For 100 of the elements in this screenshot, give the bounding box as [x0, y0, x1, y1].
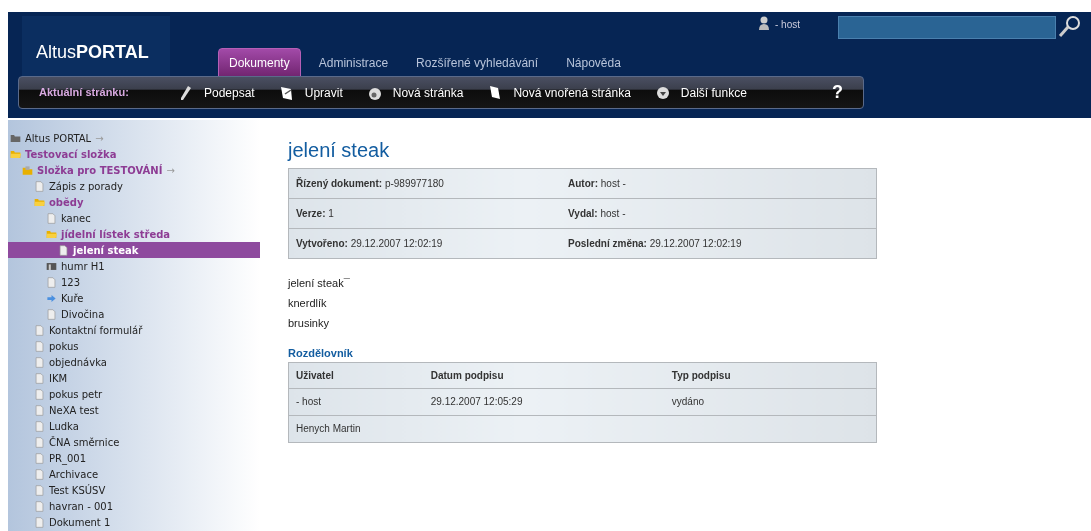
tree-label: NeXA test	[49, 403, 99, 418]
tree-label: objednávka	[49, 355, 107, 370]
document-icon	[46, 212, 57, 224]
tree-label: PR_001	[49, 451, 87, 466]
info-cell: Verze: 1	[288, 198, 562, 229]
info-cell: Autor: host -	[561, 168, 877, 199]
body-text: brusinky	[288, 316, 330, 331]
tree-item[interactable]: pokus petr	[8, 386, 260, 402]
tree-item[interactable]: Testovací složka	[8, 146, 260, 162]
document-icon	[34, 420, 45, 432]
tree-label: Altus PORTAL	[25, 131, 92, 146]
tree-item[interactable]: IKM	[8, 370, 260, 386]
arrow-glyph: →	[95, 131, 104, 146]
tree-item[interactable]: humr H1	[8, 258, 260, 274]
document-icon	[34, 404, 45, 416]
tree-item[interactable]: Test KSÚSV	[8, 482, 260, 498]
tree-label: IKM	[49, 371, 68, 386]
table-cell: 29.12.2007 12:05:29	[423, 388, 665, 415]
column-header: Uživatel	[288, 362, 424, 388]
tree-item[interactable]: Dokument 1	[8, 514, 260, 530]
user-name: - host	[775, 17, 800, 32]
column-header: Typ podpisu	[664, 362, 877, 388]
info-cell: Poslední změna: 29.12.2007 12:02:19	[561, 228, 877, 259]
info-cell: Vydal: host -	[561, 198, 877, 229]
document-icon	[34, 388, 45, 400]
tree-label: jelení steak	[73, 243, 139, 258]
document-icon	[58, 244, 69, 256]
nav-tab[interactable]: Rozšířené vyhledávání	[406, 48, 549, 78]
tree-item[interactable]: Altus PORTAL →	[8, 130, 260, 146]
nav-tab[interactable]: Administrace	[308, 48, 399, 78]
tree-label: Kontaktní formulář	[49, 323, 143, 338]
document-icon	[34, 340, 45, 352]
tree-label: humr H1	[61, 259, 105, 274]
dropdown-icon	[654, 84, 671, 101]
table-cell: - host	[288, 388, 424, 415]
document-icon	[34, 180, 45, 192]
toolbar-button[interactable]: Další funkce	[640, 83, 757, 102]
column-header: Datum podpisu	[423, 362, 665, 388]
table-cell: vydáno	[664, 388, 877, 415]
pen-icon	[178, 84, 194, 101]
tree-label: Test KSÚSV	[49, 483, 106, 498]
tree-item[interactable]: Archivace	[8, 466, 260, 482]
info-cell: Vytvořeno: 29.12.2007 12:02:19	[288, 228, 562, 259]
tree-label: obědy	[49, 195, 84, 210]
tree-label: Ludka	[49, 419, 79, 434]
search-field[interactable]	[838, 16, 1056, 39]
document-icon	[34, 372, 45, 384]
tree-label: ČNA směrnice	[49, 435, 120, 450]
folder-icon	[34, 196, 45, 208]
search-icon[interactable]	[1058, 15, 1082, 39]
tree-item[interactable]: jelení steak	[8, 242, 260, 258]
tree-label: havran - 001	[49, 499, 113, 514]
document-icon	[34, 324, 45, 336]
nav-tab[interactable]: Nápověda	[556, 48, 631, 78]
tree-item[interactable]: 123	[8, 274, 260, 290]
document-icon	[46, 308, 57, 320]
tree-label: Dokument 1	[49, 515, 111, 530]
body-text: jelení steak¯	[288, 276, 351, 291]
info-cell: Řízený dokument: p-989977180	[288, 168, 562, 199]
folder-icon	[46, 228, 57, 240]
tree-item[interactable]: objednávka	[8, 354, 260, 370]
body-text: knerdlík	[288, 296, 328, 311]
document-icon	[34, 484, 45, 496]
toolbar-button[interactable]: Upravit	[264, 83, 353, 102]
tree-item[interactable]: Divočina	[8, 306, 260, 322]
tree-item[interactable]: obědy	[8, 194, 260, 210]
binder-icon	[46, 260, 57, 272]
toolbar-button[interactable]: Nová stránka	[352, 83, 474, 102]
folder-icon	[22, 164, 33, 176]
tree-item[interactable]: Složka pro TESTOVÁNÍ →	[8, 162, 260, 178]
tree-label: 123	[61, 275, 81, 290]
document-icon	[46, 276, 57, 288]
table-cell: Henych Martin	[288, 415, 424, 442]
tree-item[interactable]: ČNA směrnice	[8, 434, 260, 450]
nav-tab[interactable]: Dokumenty	[218, 48, 301, 78]
document-icon	[34, 468, 45, 480]
tree-item[interactable]: Zápis z porady	[8, 178, 260, 194]
tree-label: Archivace	[49, 467, 99, 482]
tree-item[interactable]: NeXA test	[8, 402, 260, 418]
tree-item[interactable]: Ludka	[8, 418, 260, 434]
tree-label: Složka pro TESTOVÁNÍ	[37, 163, 163, 178]
document-icon	[34, 516, 45, 528]
tree-item[interactable]: pokus	[8, 338, 260, 354]
tree-item[interactable]: Kuře	[8, 290, 260, 306]
help-button[interactable]: ?	[826, 78, 849, 107]
tree-label: jídelní lístek středa	[61, 227, 171, 242]
document-icon	[34, 452, 45, 464]
tree-label: Divočina	[61, 307, 105, 322]
tree-item[interactable]: kanec	[8, 210, 260, 226]
document-title: jelení steak	[288, 138, 391, 162]
tree-item[interactable]: Kontaktní formulář	[8, 322, 260, 338]
tree-item[interactable]: jídelní lístek středa	[8, 226, 260, 242]
toolbar-button[interactable]: Nová vnořená stránka	[473, 83, 641, 102]
toolbar-label: Aktuální stránku:	[39, 85, 130, 101]
toolbar-button[interactable]: Podepsat	[164, 83, 265, 102]
tree-item[interactable]: PR_001	[8, 450, 260, 466]
tree-item[interactable]: havran - 001	[8, 498, 260, 514]
folder-icon	[10, 148, 21, 160]
folder-icon	[10, 132, 21, 144]
document-icon	[34, 500, 45, 512]
